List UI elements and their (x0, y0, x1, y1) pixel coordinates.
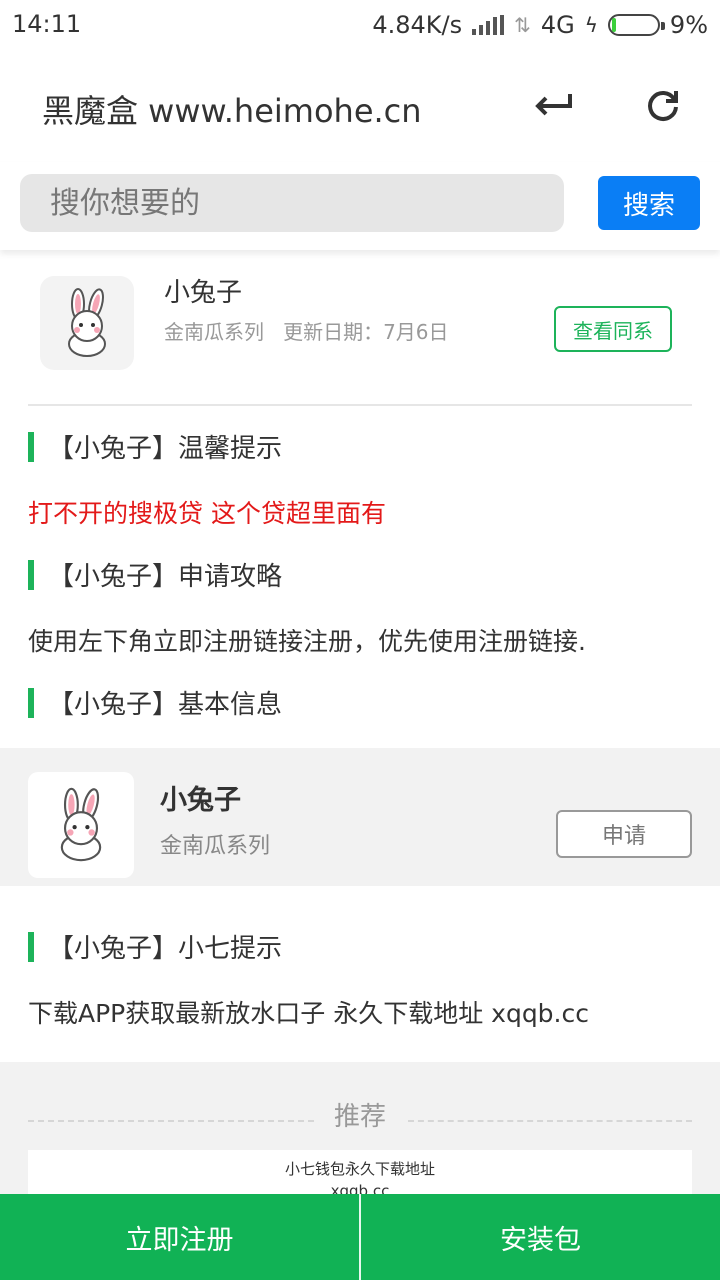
recommend-divider-right (408, 1120, 692, 1122)
battery-percent: 9% (669, 11, 708, 39)
rabbit-icon (60, 787, 102, 862)
bottom-divider (359, 1194, 361, 1280)
charging-icon: ϟ (584, 13, 598, 37)
app-series: 金南瓜系列 (164, 320, 264, 344)
app-meta: 金南瓜系列 更新日期：7月6日 (164, 316, 449, 345)
hint-text: 下载APP获取最新放水口子 永久下载地址 xqqb.cc (28, 999, 589, 1028)
heading-marker (28, 559, 34, 590)
divider (28, 404, 692, 406)
return-arrow-icon (535, 94, 572, 116)
app-name: 小兔子 (164, 278, 243, 308)
signal-icon (472, 15, 505, 35)
page-title: 黑魔盒 www.heimohe.cn (42, 92, 422, 130)
refresh-icon (648, 91, 678, 121)
data-transfer-icon: ⇅ (514, 13, 531, 37)
search-input[interactable] (20, 174, 564, 232)
apply-app-name: 小兔子 (160, 785, 241, 816)
title-bar: 黑魔盒 www.heimohe.cn (0, 52, 720, 162)
app-header: 小兔子 金南瓜系列 更新日期：7月6日 查看同系 (0, 250, 720, 406)
guide-text: 使用左下角立即注册链接注册，优先使用注册链接. (28, 627, 586, 656)
rabbit-icon (68, 288, 106, 357)
apply-button[interactable]: 申请 (556, 810, 692, 858)
tip-heading: 【小兔子】温馨提示 (28, 428, 282, 465)
hint-heading: 【小兔子】小七提示 (28, 928, 282, 965)
guide-heading-text: 【小兔子】申请攻略 (48, 562, 283, 592)
network-type: 4G (540, 11, 575, 39)
install-package-button[interactable]: 安装包 (361, 1194, 720, 1280)
guide-heading: 【小兔子】申请攻略 (28, 556, 282, 593)
apply-app-series: 金南瓜系列 (160, 834, 271, 859)
search-button[interactable]: 搜索 (598, 176, 700, 230)
heading-marker (28, 687, 34, 718)
app-update-date: 更新日期：7月6日 (283, 320, 449, 344)
battery-icon (607, 14, 665, 36)
tip-text: 打不开的搜极贷 这个贷超里面有 (28, 499, 386, 528)
info-heading: 【小兔子】基本信息 (28, 684, 282, 721)
recommend-title: 推荐 (333, 1102, 386, 1132)
heading-marker (28, 431, 34, 462)
network-speed: 4.84K/s (372, 11, 463, 39)
app-icon (40, 276, 134, 370)
info-heading-text: 【小兔子】基本信息 (48, 690, 283, 720)
tip-heading-text: 【小兔子】温馨提示 (48, 434, 283, 464)
bottom-action-bar: 立即注册 安装包 (0, 1194, 720, 1280)
hint-heading-text: 【小兔子】小七提示 (48, 934, 283, 964)
apply-app-icon (28, 772, 134, 878)
status-time: 14:11 (12, 10, 82, 38)
view-series-button[interactable]: 查看同系 (554, 306, 672, 352)
back-button[interactable] (528, 80, 578, 130)
register-button[interactable]: 立即注册 (0, 1194, 359, 1280)
recommend-banner-line1: 小七钱包永久下载地址 (284, 1160, 435, 1178)
apply-card: 小兔子 金南瓜系列 申请 (0, 748, 720, 886)
status-indicators: 4.84K/s ⇅ 4G ϟ 9% (372, 8, 708, 42)
search-bar: 搜索 (0, 162, 720, 250)
heading-marker (28, 931, 34, 962)
refresh-button[interactable] (638, 80, 688, 130)
status-bar: 14:11 4.84K/s ⇅ 4G ϟ 9% (0, 0, 720, 52)
